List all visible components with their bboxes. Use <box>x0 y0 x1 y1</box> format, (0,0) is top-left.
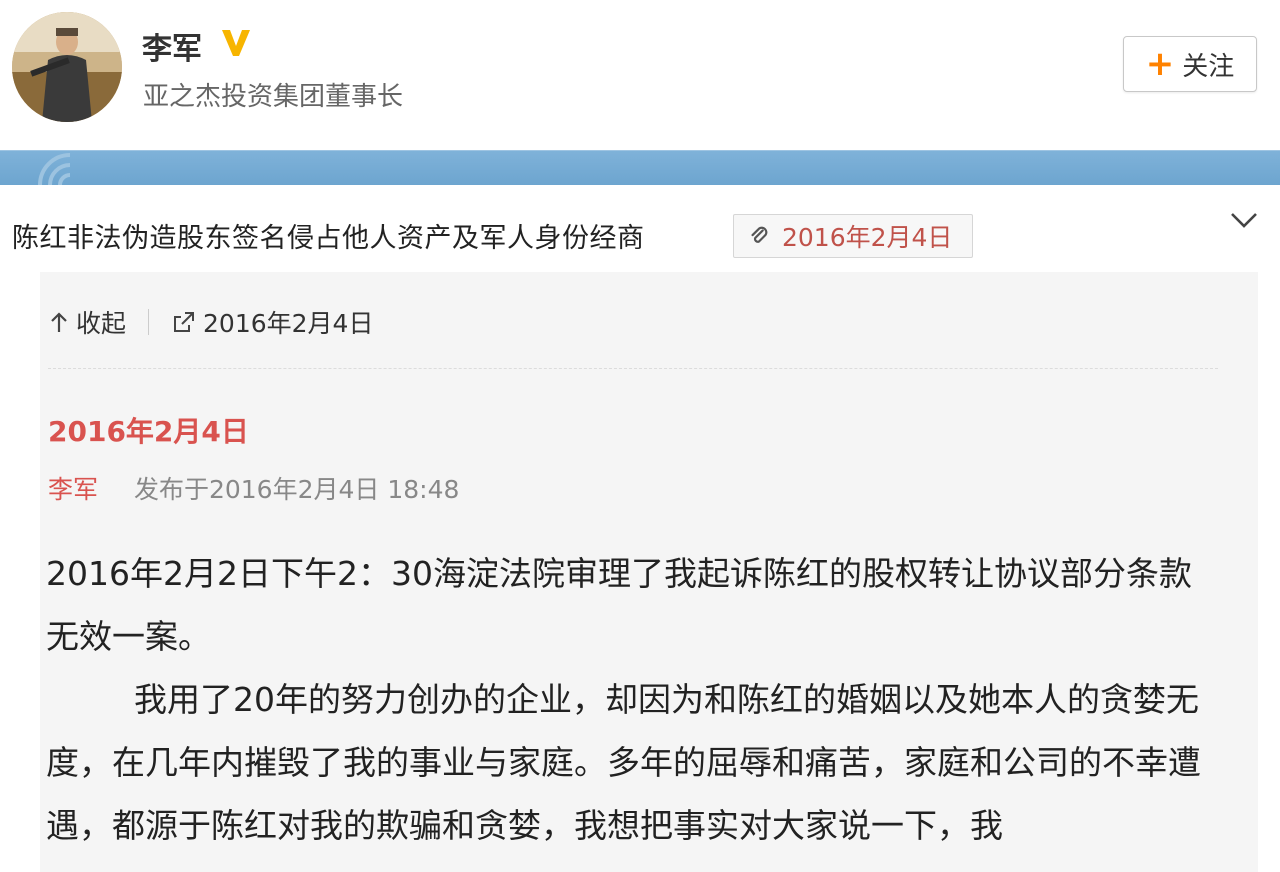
toolbar-separator <box>148 309 150 335</box>
cover-banner <box>0 150 1280 185</box>
username[interactable]: 李军 <box>142 24 202 68</box>
profile-header: 李军 亚之杰投资集团董事长 + 关注 <box>0 0 1280 150</box>
open-link-button[interactable]: 2016年2月4日 <box>171 304 373 340</box>
follow-button[interactable]: + 关注 <box>1123 36 1257 92</box>
body-paragraph: 2016年2月2日下午2：30海淀法院审理了我起诉陈红的股权转让协议部分条款无效… <box>46 554 1192 656</box>
publish-time: 发布于2016年2月4日 18:48 <box>133 475 460 504</box>
user-bio: 亚之杰投资集团董事长 <box>143 82 404 112</box>
panel-toolbar: 收起 2016年2月4日 <box>48 302 373 342</box>
article-date-tag[interactable]: 2016年2月4日 <box>733 214 973 258</box>
article-title[interactable]: 陈红非法伪造股东签名侵占他人资产及军人身份经商 <box>12 216 645 255</box>
rss-watermark-icon <box>38 153 71 185</box>
verified-v-icon <box>218 24 254 60</box>
divider <box>48 368 1218 369</box>
article-date: 2016年2月4日 <box>782 223 953 252</box>
collapse-button[interactable]: 收起 <box>48 304 126 340</box>
plus-icon: + <box>1145 44 1175 84</box>
avatar[interactable] <box>12 12 122 122</box>
paperclip-icon <box>751 226 768 243</box>
body-paragraph: 我用了20年的努力创办的企业，却因为和陈红的婚姻以及她本人的贪婪无度，在几年内摧… <box>46 680 1201 845</box>
chevron-down-icon[interactable] <box>1228 204 1260 236</box>
article-body: 2016年2月2日下午2：30海淀法院审理了我起诉陈红的股权转让协议部分条款无效… <box>46 542 1216 857</box>
post-author[interactable]: 李军 <box>48 475 98 504</box>
collapse-arrow-icon <box>51 312 67 332</box>
expanded-article-panel: 收起 2016年2月4日 2016年2月4日 李军 发布于2016年2月4日 1… <box>40 272 1258 872</box>
link-date: 2016年2月4日 <box>203 309 374 338</box>
post-date-heading: 2016年2月4日 <box>48 415 249 448</box>
external-link-icon <box>174 312 195 332</box>
collapse-label: 收起 <box>76 309 127 338</box>
follow-label: 关注 <box>1182 51 1235 82</box>
post-meta: 李军 发布于2016年2月4日 18:48 <box>48 470 459 506</box>
